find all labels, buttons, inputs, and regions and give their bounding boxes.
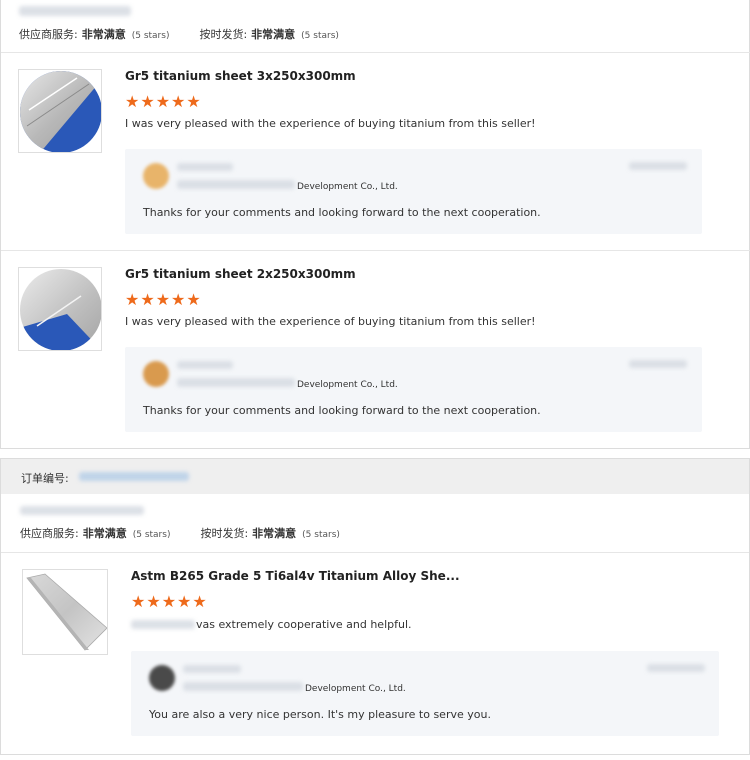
blurred-order-date bbox=[20, 506, 144, 515]
seller-reply: Development Co., Ltd. You are also a ver… bbox=[131, 651, 719, 736]
service-label: 供应商服务: bbox=[20, 527, 79, 540]
star-icon: ★ bbox=[155, 92, 171, 111]
product-thumbnail[interactable] bbox=[18, 69, 102, 153]
titanium-plate-image bbox=[26, 573, 107, 651]
product-thumbnail[interactable] bbox=[22, 569, 108, 655]
blurred-seller-name bbox=[177, 163, 233, 171]
shipping-label: 按时发货: bbox=[199, 28, 248, 41]
service-value: 非常满意 bbox=[82, 527, 127, 540]
shipping-value: 非常满意 bbox=[252, 527, 297, 540]
titanium-sheet-image bbox=[20, 269, 101, 350]
order-number-label: 订单编号: bbox=[21, 472, 69, 485]
star-rating: ★ ★ ★ ★ ★ bbox=[131, 594, 207, 610]
review-text: I was very pleased with the experience o… bbox=[125, 117, 536, 130]
avatar bbox=[143, 361, 169, 387]
star-icon: ★ bbox=[131, 592, 146, 611]
review-text: I was very pleased with the experience o… bbox=[125, 315, 536, 328]
star-icon: ★ bbox=[186, 92, 201, 111]
blurred-buyer-name bbox=[131, 620, 195, 629]
blurred-company-name bbox=[177, 180, 295, 189]
blurred-seller-name bbox=[183, 665, 241, 673]
blurred-company-name bbox=[177, 378, 295, 387]
blurred-company-name bbox=[183, 682, 303, 691]
review-card: 供应商服务: 非常满意 (5 stars) 按时发货: 非常满意 (5 stars) Gr… bbox=[0, 0, 750, 449]
star-icon: ★ bbox=[146, 592, 161, 611]
product-title[interactable]: Gr5 titanium sheet 2x250x300mm bbox=[125, 267, 356, 281]
shipping-value: 非常满意 bbox=[251, 28, 296, 41]
avatar bbox=[149, 665, 175, 691]
star-icon: ★ bbox=[192, 592, 207, 611]
shipping-label: 按时发货: bbox=[200, 527, 249, 540]
star-icon: ★ bbox=[161, 592, 177, 611]
shipping-count: (5 stars) bbox=[301, 31, 339, 41]
reply-company: Development Co., Ltd. bbox=[297, 182, 398, 192]
rating-summary: 供应商服务: 非常满意 (5 stars) 按时发货: 非常满意 (5 stars) bbox=[20, 525, 340, 541]
star-icon: ★ bbox=[171, 290, 186, 309]
star-icon: ★ bbox=[186, 290, 201, 309]
rating-summary: 供应商服务: 非常满意 (5 stars) 按时发货: 非常满意 (5 stars) bbox=[19, 26, 339, 42]
titanium-sheet-image bbox=[20, 71, 101, 152]
product-thumbnail[interactable] bbox=[18, 267, 102, 351]
avatar bbox=[143, 163, 169, 189]
service-count: (5 stars) bbox=[132, 530, 171, 540]
blurred-date bbox=[629, 162, 687, 170]
star-rating: ★ ★ ★ ★ ★ bbox=[125, 94, 201, 110]
star-icon: ★ bbox=[125, 290, 140, 309]
service-value: 非常满意 bbox=[81, 28, 126, 41]
star-icon: ★ bbox=[125, 92, 140, 111]
reply-text: Thanks for your comments and looking for… bbox=[143, 206, 541, 219]
service-count: (5 stars) bbox=[131, 31, 170, 41]
order-header: 订单编号: bbox=[1, 459, 749, 494]
blurred-date bbox=[629, 360, 687, 368]
reply-text: Thanks for your comments and looking for… bbox=[143, 404, 541, 417]
star-icon: ★ bbox=[171, 92, 186, 111]
order-number-link[interactable] bbox=[79, 472, 189, 481]
seller-reply: Development Co., Ltd. Thanks for your co… bbox=[125, 347, 702, 432]
service-label: 供应商服务: bbox=[19, 28, 78, 41]
star-icon: ★ bbox=[140, 290, 155, 309]
reply-company: Development Co., Ltd. bbox=[297, 380, 398, 390]
blurred-seller-name bbox=[177, 361, 233, 369]
blurred-date bbox=[647, 664, 705, 672]
blurred-order-info bbox=[19, 6, 131, 16]
product-title[interactable]: Gr5 titanium sheet 3x250x300mm bbox=[125, 69, 356, 83]
seller-reply: Development Co., Ltd. Thanks for your co… bbox=[125, 149, 702, 234]
product-title[interactable]: Astm B265 Grade 5 Ti6al4v Titanium Alloy… bbox=[131, 569, 460, 583]
star-icon: ★ bbox=[140, 92, 155, 111]
star-rating: ★ ★ ★ ★ ★ bbox=[125, 292, 201, 308]
reply-text: You are also a very nice person. It's my… bbox=[149, 708, 491, 721]
shipping-count: (5 stars) bbox=[302, 530, 340, 540]
reply-company: Development Co., Ltd. bbox=[305, 684, 406, 694]
review-text: vas extremely cooperative and helpful. bbox=[196, 618, 412, 631]
star-icon: ★ bbox=[177, 592, 192, 611]
star-icon: ★ bbox=[155, 290, 171, 309]
